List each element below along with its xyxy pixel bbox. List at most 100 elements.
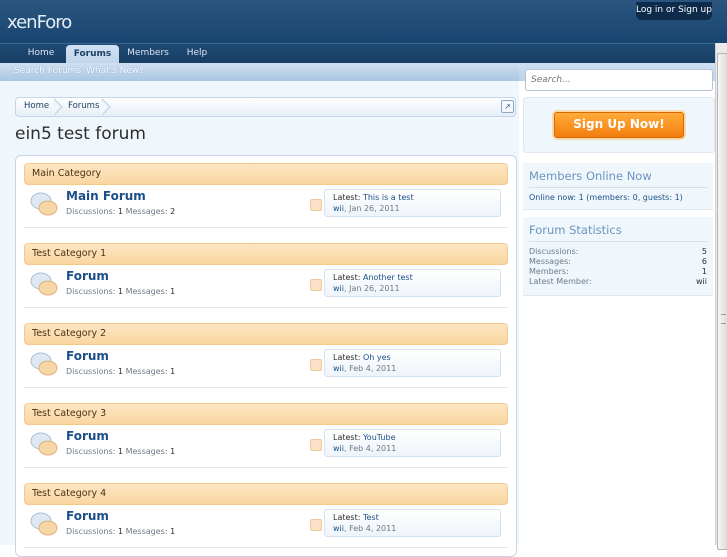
latest-user-link[interactable]: wii [333, 524, 344, 533]
rss-icon[interactable] [310, 439, 322, 451]
latest-date: , Feb 4, 2011 [344, 444, 397, 453]
forum-chat-bubbles-icon [30, 192, 58, 216]
messages-count: 1 [170, 287, 176, 296]
category-header[interactable]: Test Category 4 [24, 483, 508, 505]
signup-panel: Sign Up Now! [523, 97, 715, 153]
site-header: xenForo Log in or Sign up [0, 0, 727, 43]
stat-label: Latest Member: [529, 277, 592, 286]
category-header[interactable]: Main Category [24, 163, 508, 185]
messages-count: 1 [170, 447, 176, 456]
forum-row: Forum Discussions: 1 Messages: 1 Latest:… [24, 507, 508, 548]
signup-button[interactable]: Sign Up Now! [554, 112, 684, 138]
tab-home[interactable]: Home [18, 44, 64, 64]
rss-icon[interactable] [310, 199, 322, 211]
breadcrumb: Home Forums ↗ [15, 97, 516, 117]
subnav-search-forums[interactable]: Search Forums [14, 66, 81, 76]
stat-row: Messages: 6 [529, 257, 707, 266]
messages-label: Messages: [125, 447, 168, 456]
breadcrumb-home[interactable]: Home [24, 98, 49, 116]
discussions-label: Discussions: [66, 447, 116, 456]
page-title: ein5 test forum [15, 124, 146, 144]
messages-label: Messages: [125, 367, 168, 376]
discussions-count: 1 [117, 447, 124, 456]
tab-members[interactable]: Members [122, 44, 174, 64]
tab-help[interactable]: Help [178, 44, 216, 64]
breadcrumb-forums[interactable]: Forums [68, 98, 99, 116]
category-header[interactable]: Test Category 1 [24, 243, 508, 265]
latest-post-box: Latest: Another test wii, Jan 26, 2011 [324, 269, 501, 297]
category-header[interactable]: Test Category 2 [24, 323, 508, 345]
messages-label: Messages: [125, 287, 168, 296]
rss-icon[interactable] [310, 359, 322, 371]
online-now-text[interactable]: Online now: 1 (members: 0, guests: 1) [529, 193, 683, 202]
forum-title-link[interactable]: Forum [66, 429, 109, 443]
forum-title-link[interactable]: Forum [66, 509, 109, 523]
sidebar: Sign Up Now! Members Online Now Online n… [519, 63, 715, 545]
stat-row: Latest Member: wii [529, 277, 707, 286]
forum-stats: Discussions: 1 Messages: 1 [66, 367, 175, 376]
forum-chat-bubbles-icon [30, 352, 58, 376]
discussions-count: 1 [117, 287, 124, 296]
forum-title-link[interactable]: Forum [66, 269, 109, 283]
stat-value: 6 [701, 257, 707, 266]
forum-chat-bubbles-icon [30, 432, 58, 456]
forum-row: Main Forum Discussions: 1 Messages: 2 La… [24, 187, 508, 228]
stat-row: Members: 1 [529, 267, 707, 276]
vertical-scrollbar[interactable] [715, 43, 727, 550]
latest-thread-link[interactable]: Another test [363, 273, 413, 282]
latest-user-link[interactable]: wii [333, 444, 344, 453]
discussions-label: Discussions: [66, 527, 116, 536]
latest-post-box: Latest: Oh yes wii, Feb 4, 2011 [324, 349, 501, 377]
latest-post-box: Latest: Test wii, Feb 4, 2011 [324, 509, 501, 537]
discussions-count: 1 [117, 207, 124, 216]
latest-label: Latest: [333, 353, 361, 362]
discussions-label: Discussions: [66, 367, 116, 376]
discussions-count: 1 [117, 367, 124, 376]
scrollbar-thumb[interactable] [717, 53, 727, 550]
rss-icon[interactable] [310, 279, 322, 291]
latest-thread-link[interactable]: Oh yes [363, 353, 391, 362]
search-box [525, 69, 713, 91]
latest-label: Latest: [333, 273, 361, 282]
forum-row: Forum Discussions: 1 Messages: 1 Latest:… [24, 267, 508, 308]
jump-to-icon[interactable]: ↗ [501, 100, 514, 113]
main-nav: Home Forums Members Help [0, 43, 715, 65]
messages-label: Messages: [125, 207, 168, 216]
latest-user-link[interactable]: wii [333, 204, 344, 213]
rss-icon[interactable] [310, 519, 322, 531]
messages-count: 1 [170, 367, 176, 376]
members-online-heading[interactable]: Members Online Now [529, 169, 707, 188]
latest-post-box: Latest: This is a test wii, Jan 26, 2011 [324, 189, 501, 217]
forum-statistics-panel: Forum Statistics Discussions: 5 Messages… [523, 217, 713, 296]
sub-nav: Search Forums What's New? [0, 63, 519, 81]
latest-thread-link[interactable]: This is a test [363, 193, 414, 202]
latest-user-link[interactable]: wii [333, 364, 344, 373]
subnav-whats-new[interactable]: What's New? [86, 66, 144, 76]
latest-thread-link[interactable]: Test [363, 513, 379, 522]
site-logo[interactable]: xenForo [7, 12, 72, 33]
forum-row: Forum Discussions: 1 Messages: 1 Latest:… [24, 427, 508, 468]
latest-thread-link[interactable]: YouTube [363, 433, 396, 442]
forum-chat-bubbles-icon [30, 272, 58, 296]
forum-stats: Discussions: 1 Messages: 1 [66, 527, 175, 536]
messages-count: 1 [170, 527, 176, 536]
stat-label: Members: [529, 267, 569, 276]
latest-post-box: Latest: YouTube wii, Feb 4, 2011 [324, 429, 501, 457]
latest-member-link[interactable]: wii [696, 277, 707, 286]
breadcrumb-separator [101, 98, 111, 116]
latest-user-link[interactable]: wii [333, 284, 344, 293]
discussions-label: Discussions: [66, 207, 116, 216]
forum-title-link[interactable]: Forum [66, 349, 109, 363]
messages-label: Messages: [125, 527, 168, 536]
tab-forums[interactable]: Forums [66, 45, 119, 65]
search-input[interactable] [526, 70, 712, 90]
forum-node-list: Main Category Main Forum Discussions: 1 … [15, 155, 517, 557]
discussions-count: 1 [117, 527, 124, 536]
login-signup-link[interactable]: Log in or Sign up [636, 2, 712, 20]
scrollbar-grip-icon [721, 314, 726, 324]
latest-date: , Feb 4, 2011 [344, 524, 397, 533]
forum-statistics-heading: Forum Statistics [529, 223, 707, 242]
latest-date: , Jan 26, 2011 [344, 204, 400, 213]
forum-title-link[interactable]: Main Forum [66, 189, 146, 203]
category-header[interactable]: Test Category 3 [24, 403, 508, 425]
